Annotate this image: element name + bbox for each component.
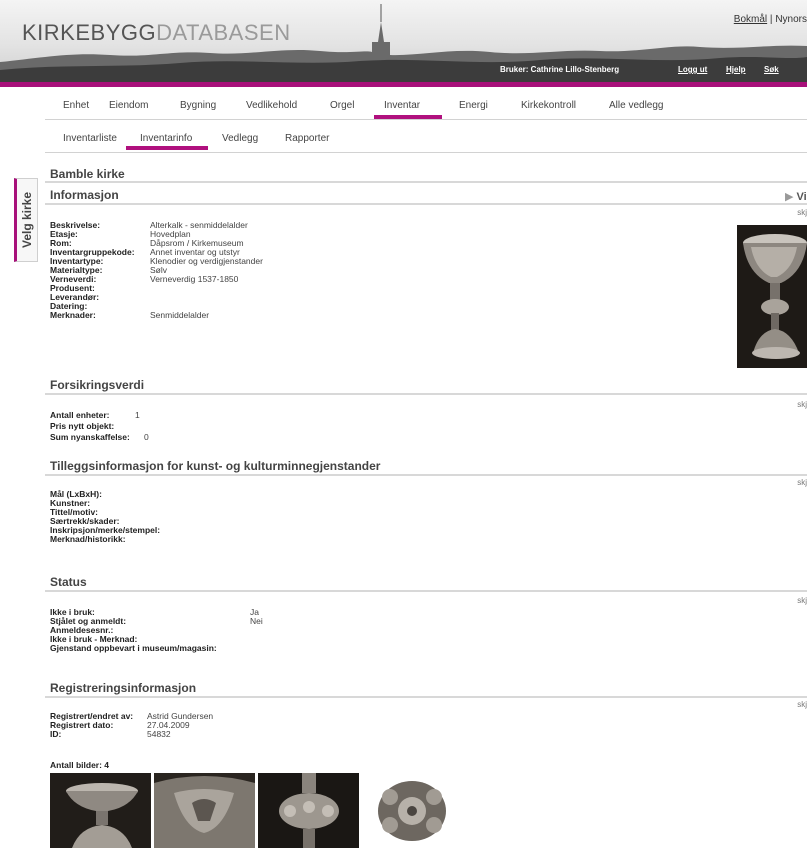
- section-divider-status: [45, 590, 807, 592]
- show-link-label: Vi: [796, 191, 807, 203]
- sub-nav-inventarliste[interactable]: Inventarliste: [63, 133, 117, 144]
- header-banner: KIRKEBYGGDATABASEN Bokmål | Nynors Bruke…: [0, 0, 807, 82]
- sub-nav-rapporter[interactable]: Rapporter: [285, 133, 329, 144]
- section-title-art: Tilleggsinformasjon for kunst- og kultur…: [50, 459, 381, 473]
- thumbnail-2[interactable]: [154, 773, 255, 848]
- sub-nav-vedlegg[interactable]: Vedlegg: [222, 133, 258, 144]
- church-divider: [45, 181, 807, 183]
- edit-link-registration[interactable]: skj: [797, 700, 807, 709]
- section-divider-art: [45, 474, 807, 476]
- church-name: Bamble kirke: [50, 167, 125, 181]
- main-nav-divider: [45, 119, 807, 120]
- site-logo[interactable]: KIRKEBYGGDATABASEN: [22, 20, 291, 46]
- section-title-insurance: Forsikringsverdi: [50, 378, 145, 392]
- edit-link-info[interactable]: skj: [797, 208, 807, 217]
- section-title-status: Status: [50, 575, 87, 589]
- triangle-right-icon: ▶: [785, 191, 794, 203]
- help-link[interactable]: Hjelp: [726, 65, 746, 74]
- language-switcher: Bokmål | Nynors: [734, 14, 807, 25]
- thumbnail-3[interactable]: [258, 773, 359, 848]
- sub-nav-inventarinfo[interactable]: Inventarinfo: [140, 133, 192, 144]
- status-label: Gjenstand oppbevart i museum/magasin:: [50, 643, 217, 653]
- registration-label: ID:: [50, 729, 62, 739]
- main-nav-bygning[interactable]: Bygning: [180, 100, 216, 111]
- select-church-label: Velg kirke: [20, 191, 34, 249]
- edit-link-insurance[interactable]: skj: [797, 400, 807, 409]
- status-value: Nei: [250, 616, 263, 626]
- registration-value: 54832: [147, 729, 171, 739]
- art-label: Merknad/historikk:: [50, 534, 126, 544]
- lang-bokmal-link[interactable]: Bokmål: [734, 14, 767, 25]
- select-church-tab[interactable]: Velg kirke: [14, 178, 38, 262]
- thumbnail-1[interactable]: [50, 773, 151, 848]
- search-link[interactable]: Søk: [764, 65, 779, 74]
- main-nav-orgel[interactable]: Orgel: [330, 100, 354, 111]
- logout-link[interactable]: Logg ut: [678, 65, 707, 74]
- main-nav-kirkekontroll[interactable]: Kirkekontroll: [521, 100, 576, 111]
- info-label: Merknader:: [50, 310, 96, 320]
- info-value: Senmiddelalder: [150, 310, 210, 320]
- user-name: Bruker: Cathrine Lillo-Stenberg: [500, 65, 620, 74]
- insurance-label: Pris nytt objekt:: [50, 421, 115, 431]
- thumbnail-chalice-detail-image: [154, 773, 255, 848]
- header-accent-bar: [0, 82, 807, 87]
- chalice-image: [737, 225, 807, 368]
- sub-nav-divider: [45, 152, 807, 153]
- main-nav-inventar[interactable]: Inventar: [384, 100, 420, 111]
- logo-text-secondary: DATABASEN: [156, 20, 291, 45]
- edit-link-status[interactable]: skj: [797, 596, 807, 605]
- main-nav-vedlikehold[interactable]: Vedlikehold: [246, 100, 297, 111]
- section-divider-insurance: [45, 393, 807, 395]
- main-nav: Enhet Eiendom Bygning Vedlikehold Orgel …: [0, 96, 807, 119]
- show-link[interactable]: ▶ Vi: [785, 190, 807, 203]
- image-count: Antall bilder: 4: [50, 760, 110, 770]
- lang-nynorsk-link[interactable]: Nynors: [775, 14, 807, 25]
- main-nav-energi[interactable]: Energi: [459, 100, 488, 111]
- main-nav-enhet[interactable]: Enhet: [63, 100, 89, 111]
- thumbnail-4[interactable]: [362, 773, 463, 848]
- thumbnail-chalice-top-image: [362, 773, 463, 848]
- main-nav-alle-vedlegg[interactable]: Alle vedlegg: [609, 100, 663, 111]
- section-divider-info: [45, 203, 807, 205]
- thumbnail-chalice-knob-image: [258, 773, 359, 848]
- sub-nav-active-indicator: [126, 146, 208, 150]
- insurance-label: Antall enheter:: [50, 410, 110, 420]
- edit-link-art[interactable]: skj: [797, 478, 807, 487]
- insurance-value: 1: [135, 410, 140, 420]
- section-title-info: Informasjon: [50, 188, 119, 202]
- section-title-registration: Registreringsinformasjon: [50, 681, 197, 695]
- logo-text-primary: KIRKEBYGG: [22, 20, 157, 45]
- item-photo[interactable]: [737, 225, 807, 368]
- info-value: Verneverdig 1537-1850: [150, 274, 239, 284]
- lang-separator: |: [769, 14, 773, 25]
- insurance-label: Sum nyanskaffelse:: [50, 432, 130, 442]
- main-nav-eiendom[interactable]: Eiendom: [109, 100, 148, 111]
- section-divider-registration: [45, 696, 807, 698]
- thumbnail-chalice-base-image: [50, 773, 151, 848]
- insurance-value: 0: [144, 432, 149, 442]
